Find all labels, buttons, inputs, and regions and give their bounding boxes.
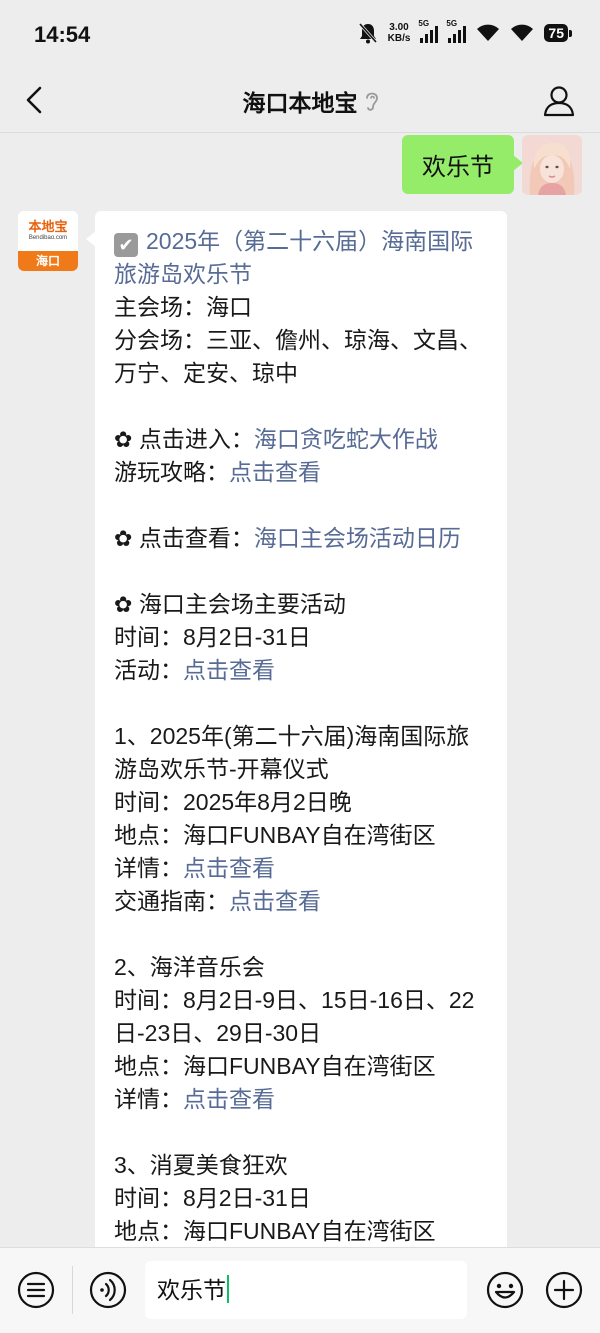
item-3-title: 3、消夏美食狂欢: [114, 1152, 288, 1178]
official-account-profile-button[interactable]: [540, 82, 578, 120]
item-1-traffic-link[interactable]: 点击查看: [229, 888, 321, 914]
status-icons: 3.00 KB/s 5G 5G 75: [358, 19, 572, 44]
item-2-detail-link[interactable]: 点击查看: [183, 1086, 275, 1112]
chat-title: 海口本地宝: [242, 90, 358, 116]
headline-link[interactable]: 2025年（第二十六届）海南国际旅游岛欢乐节: [114, 228, 473, 287]
bendibao-logo: 本地宝 Bendibao.com: [18, 211, 78, 251]
chat-header: 海口本地宝: [0, 70, 600, 133]
signal-icon-sim2: 5G: [446, 19, 467, 43]
net-speed: 3.00 KB/s: [387, 22, 411, 44]
input-bar: 欢乐节: [0, 1247, 600, 1333]
guide-link[interactable]: 点击查看: [229, 459, 321, 485]
item-1-detail-link[interactable]: 点击查看: [183, 855, 275, 881]
menu-list-icon: [17, 1271, 55, 1309]
wifi-icon-2: [511, 24, 534, 41]
sub-venue: 分会场：三亚、儋州、琼海、文昌、万宁、定安、琼中: [114, 327, 482, 386]
plus-icon: [545, 1271, 583, 1309]
checkbox-icon: ✔: [114, 233, 138, 257]
text-cursor: [227, 1275, 229, 1303]
voice-icon: [89, 1271, 127, 1309]
bot-avatar-city: 海口: [18, 251, 78, 271]
battery-indicator: 75: [544, 24, 572, 42]
main-activities-title: 海口主会场主要活动: [138, 591, 346, 617]
item-2-title: 2、海洋音乐会: [114, 954, 265, 980]
smiley-icon: [486, 1271, 524, 1309]
emoji-button[interactable]: [485, 1270, 525, 1310]
person-icon: [543, 86, 575, 117]
voice-button[interactable]: [88, 1270, 128, 1310]
menu-button[interactable]: [16, 1270, 56, 1310]
game-link[interactable]: 海口贪吃蛇大作战: [254, 426, 438, 452]
flower-icon: ✿: [114, 592, 133, 617]
signal-icon-sim1: 5G: [418, 19, 439, 43]
flower-icon: ✿: [114, 526, 133, 551]
main-venue: 主会场：海口: [114, 294, 252, 320]
my-message-bubble[interactable]: 欢乐节: [402, 135, 523, 194]
status-time: 14:54: [34, 22, 91, 47]
calendar-link[interactable]: 海口主会场活动日历: [254, 525, 461, 551]
bot-message-bubble: ✔ 2025年（第二十六届）海南国际旅游岛欢乐节 主会场：海口 分会场：三亚、儋州…: [86, 211, 507, 1248]
bot-avatar[interactable]: 本地宝 Bendibao.com 海口: [18, 211, 78, 271]
status-bar: 14:54 3.00 KB/s 5G 5G 75: [0, 0, 600, 70]
item-1-title: 1、2025年(第二十六届)海南国际旅游岛欢乐节-开幕仪式: [114, 723, 470, 782]
chat-area[interactable]: 欢乐节 本地宝 Bendibao.com 海口 ✔ 2025年（第二十六届）海南国…: [0, 133, 600, 1248]
mute-bell-icon: [358, 23, 377, 44]
my-avatar[interactable]: [522, 135, 582, 195]
earpiece-mode-icon: [362, 88, 382, 114]
flower-icon: ✿: [114, 427, 133, 452]
activity-link[interactable]: 点击查看: [183, 657, 275, 683]
divider: [72, 1266, 73, 1314]
message-input[interactable]: 欢乐节: [145, 1261, 467, 1319]
wifi-icon: [477, 24, 500, 41]
more-button[interactable]: [544, 1270, 584, 1310]
